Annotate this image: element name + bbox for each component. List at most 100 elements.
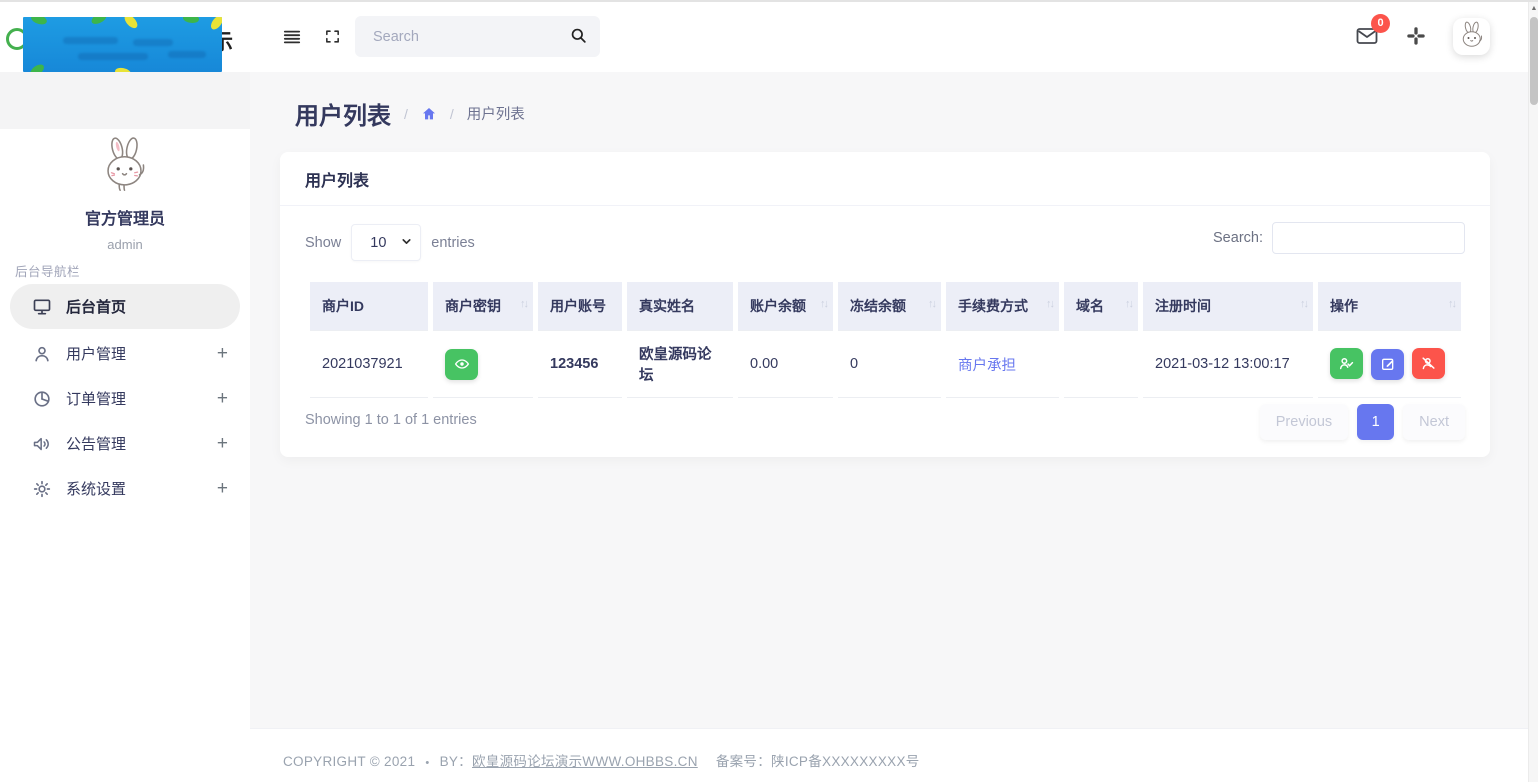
fee-mode-link[interactable]: 商户承担 bbox=[958, 358, 1016, 374]
leaf-decoration bbox=[182, 17, 200, 25]
vertical-scrollbar[interactable]: ▲ bbox=[1528, 0, 1538, 782]
sidebar-section-label: 后台导航栏 bbox=[15, 261, 80, 280]
card-title: 用户列表 bbox=[305, 167, 369, 191]
col-frozen[interactable]: 冻结余额↑↓ bbox=[838, 282, 941, 330]
monitor-icon bbox=[32, 297, 52, 317]
previous-page-button[interactable]: Previous bbox=[1260, 404, 1348, 440]
banner-smudge bbox=[168, 51, 206, 58]
window-top-border bbox=[0, 0, 1538, 2]
cell-real-name: 欧皇源码论坛 bbox=[627, 330, 733, 398]
sidebar-item-orders[interactable]: 订单管理 + bbox=[0, 376, 250, 421]
sidebar-item-settings[interactable]: 系统设置 + bbox=[0, 466, 250, 511]
speaker-icon bbox=[32, 434, 52, 454]
messages-button[interactable]: 0 bbox=[1355, 24, 1379, 48]
messages-count-badge: 0 bbox=[1371, 14, 1390, 33]
table-row: 2021037921 123456 欧皇源码论坛 0.00 0 bbox=[310, 330, 1461, 398]
menu-toggle-icon[interactable] bbox=[283, 28, 301, 46]
sidebar-item-label: 后台首页 bbox=[66, 296, 218, 317]
table-header-row: 商户ID 商户密钥↑↓ 用户账号 真实姓名 账户余额↑↓ 冻结余额↑↓ 手续费方… bbox=[310, 282, 1461, 330]
length-suffix: entries bbox=[431, 235, 475, 251]
table-search-input[interactable] bbox=[1272, 222, 1465, 254]
breadcrumb-current: 用户列表 bbox=[467, 103, 525, 124]
banner-smudge bbox=[63, 37, 118, 44]
page-title: 用户列表 bbox=[295, 96, 391, 131]
length-control: Show 10 entries bbox=[305, 224, 475, 261]
cell-actions bbox=[1318, 330, 1461, 398]
pagination: Previous 1 Next bbox=[1260, 404, 1465, 440]
leaf-decoration bbox=[30, 17, 48, 27]
user-icon bbox=[32, 344, 52, 364]
cell-fee-mode: 商户承担 bbox=[946, 330, 1059, 398]
table-search: Search: bbox=[1213, 222, 1465, 254]
demo-watermark-banner bbox=[23, 17, 222, 72]
sidebar: 示 bbox=[0, 0, 250, 782]
expand-plus-icon[interactable]: + bbox=[217, 478, 228, 500]
next-page-button[interactable]: Next bbox=[1403, 404, 1465, 440]
expand-plus-icon[interactable]: + bbox=[217, 388, 228, 410]
page-footer: COPYRIGHT © 2021 • BY：欧皇源码论坛演示WWW.OHBBS.… bbox=[250, 728, 1528, 782]
sort-icon: ↑↓ bbox=[928, 298, 935, 310]
show-key-button[interactable] bbox=[445, 349, 478, 380]
cell-account: 123456 bbox=[538, 330, 622, 398]
edit-icon bbox=[1380, 356, 1396, 372]
sidebar-item-label: 用户管理 bbox=[66, 343, 217, 364]
ban-user-button[interactable] bbox=[1412, 348, 1445, 379]
footer-beian-label: 备案号： bbox=[716, 754, 771, 769]
user-avatar-button[interactable] bbox=[1453, 18, 1490, 55]
col-fee-mode[interactable]: 手续费方式↑↓ bbox=[946, 282, 1059, 330]
col-register-time[interactable]: 注册时间↑↓ bbox=[1143, 282, 1313, 330]
scrollbar-up-arrow[interactable]: ▲ bbox=[1529, 2, 1538, 16]
card-header: 用户列表 bbox=[280, 152, 1490, 206]
user-slash-icon bbox=[1420, 355, 1437, 372]
sidebar-item-announcements[interactable]: 公告管理 + bbox=[0, 421, 250, 466]
table-wrapper: 商户ID 商户密钥↑↓ 用户账号 真实姓名 账户余额↑↓ 冻结余额↑↓ 手续费方… bbox=[305, 282, 1466, 398]
col-merchant-id: 商户ID bbox=[310, 282, 428, 330]
sidebar-profile: 官方管理员 admin bbox=[0, 134, 250, 252]
col-real-name: 真实姓名 bbox=[627, 282, 733, 330]
fullscreen-icon[interactable] bbox=[324, 28, 341, 45]
search-icon[interactable] bbox=[569, 26, 588, 45]
expand-plus-icon[interactable]: + bbox=[217, 343, 228, 365]
navbar-search bbox=[355, 16, 600, 57]
cell-merchant-key bbox=[433, 330, 533, 398]
footer-beian-value: 陕ICP备XXXXXXXXX号 bbox=[771, 754, 920, 769]
slack-icon[interactable] bbox=[1405, 25, 1427, 47]
footer-site-link[interactable]: 欧皇源码论坛演示WWW.OHBBS.CN bbox=[472, 754, 698, 769]
sidebar-item-dashboard[interactable]: 后台首页 bbox=[10, 284, 240, 329]
edit-user-button[interactable] bbox=[1371, 349, 1404, 380]
current-page-button[interactable]: 1 bbox=[1357, 404, 1394, 440]
expand-plus-icon[interactable]: + bbox=[217, 433, 228, 455]
leaf-decoration bbox=[28, 63, 46, 72]
col-domain[interactable]: 域名↑↓ bbox=[1064, 282, 1138, 330]
users-table: 商户ID 商户密钥↑↓ 用户账号 真实姓名 账户余额↑↓ 冻结余额↑↓ 手续费方… bbox=[305, 282, 1466, 398]
table-info: Showing 1 to 1 of 1 entries bbox=[305, 412, 477, 428]
sort-icon: ↑↓ bbox=[1046, 298, 1053, 310]
home-icon[interactable] bbox=[421, 106, 437, 122]
col-actions[interactable]: 操作↑↓ bbox=[1318, 282, 1461, 330]
cell-frozen: 0 bbox=[838, 330, 941, 398]
top-navbar: 0 bbox=[250, 0, 1528, 72]
col-balance[interactable]: 账户余额↑↓ bbox=[738, 282, 833, 330]
footer-by-label: BY： bbox=[440, 754, 472, 769]
sidebar-item-users[interactable]: 用户管理 + bbox=[0, 331, 250, 376]
cell-register-time: 2021-03-12 13:00:17 bbox=[1143, 330, 1313, 398]
sort-icon: ↑↓ bbox=[820, 298, 827, 310]
page-length-select[interactable]: 10 bbox=[351, 224, 421, 261]
sidebar-logo[interactable]: 示 bbox=[0, 0, 250, 72]
scrollbar-thumb[interactable] bbox=[1530, 17, 1538, 105]
profile-role: admin bbox=[0, 237, 250, 252]
leaf-decoration bbox=[90, 17, 108, 25]
sidebar-item-label: 订单管理 bbox=[66, 388, 217, 409]
cell-domain bbox=[1064, 330, 1138, 398]
banner-smudge bbox=[133, 39, 173, 46]
navbar-right: 0 bbox=[1355, 0, 1490, 72]
table-footer: Showing 1 to 1 of 1 entries Previous 1 N… bbox=[305, 404, 1465, 444]
breadcrumb-separator: / bbox=[450, 106, 454, 122]
footer-bullet: • bbox=[425, 757, 429, 769]
approve-user-button[interactable] bbox=[1330, 348, 1363, 379]
gear-icon bbox=[32, 479, 52, 499]
search-input[interactable] bbox=[373, 16, 558, 57]
sidebar-gray-band bbox=[0, 72, 250, 129]
leaf-decoration bbox=[123, 17, 140, 31]
col-merchant-key[interactable]: 商户密钥↑↓ bbox=[433, 282, 533, 330]
